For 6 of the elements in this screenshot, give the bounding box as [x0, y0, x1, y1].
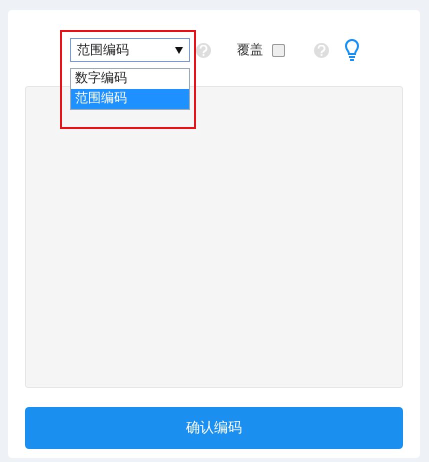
encoding-select[interactable]: 范围编码 — [70, 38, 190, 62]
text-area[interactable] — [25, 86, 403, 388]
overwrite-checkbox[interactable] — [272, 44, 285, 56]
lightbulb-icon[interactable] — [345, 39, 359, 61]
caret-icon — [175, 46, 183, 54]
overwrite-label: 覆盖 — [237, 42, 263, 59]
